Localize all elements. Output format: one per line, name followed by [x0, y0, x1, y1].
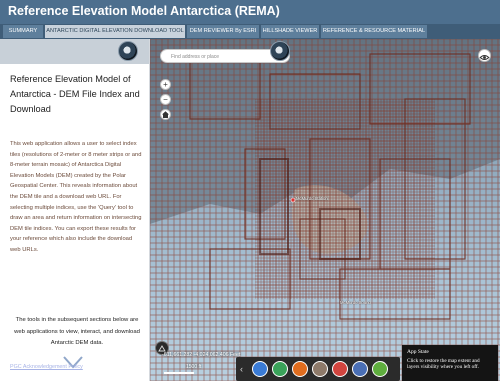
acknowledgement-policy-link[interactable]: PGC Acknowledgement Policy	[10, 364, 83, 370]
tooltip-body: Click to restore the map extent and laye…	[407, 358, 480, 371]
map-view[interactable]: McMurdo Station McMurdo Sound + −	[150, 39, 500, 381]
pgc-logo-icon	[118, 41, 138, 61]
app-window: Reference Elevation Model Antarctica (RE…	[0, 0, 500, 381]
tab-dem-reviewer[interactable]: DEM REVIEWER By ESRI	[187, 25, 259, 38]
scale-bar-label: 1500 ft	[186, 364, 202, 370]
mcmurdo-sound-label: McMurdo Sound	[340, 300, 371, 305]
home-icon	[162, 111, 169, 118]
panel-description: This web application allows a user to se…	[10, 141, 142, 253]
measure-icon[interactable]	[332, 361, 348, 377]
zoom-out-button[interactable]: −	[160, 94, 171, 105]
search-input[interactable]	[171, 52, 271, 61]
select-icon[interactable]	[352, 361, 368, 377]
map-logo-icon	[270, 41, 290, 61]
print-icon[interactable]	[312, 361, 328, 377]
draw-icon[interactable]	[372, 361, 388, 377]
bottom-toolbar: ‹	[236, 357, 400, 381]
tab-bar: SUMMARY ANTARCTIC DIGITAL ELEVATION DOWN…	[0, 24, 500, 39]
query-icon[interactable]	[292, 361, 308, 377]
home-button[interactable]	[160, 109, 171, 120]
layer-list-icon[interactable]	[252, 361, 268, 377]
app-title: Reference Elevation Model Antarctica (RE…	[8, 4, 280, 18]
basemap-icon[interactable]	[272, 361, 288, 377]
panel-title: Reference Elevation Model of Antarctica …	[10, 74, 140, 114]
tab-summary[interactable]: SUMMARY	[3, 25, 43, 38]
scale-bar	[164, 372, 194, 374]
tab-reference-material[interactable]: REFERENCE & RESOURCE MATERIAL	[321, 25, 427, 38]
layer-visibility-button[interactable]	[478, 49, 491, 62]
map-canvas[interactable]	[150, 39, 500, 381]
station-marker-icon[interactable]	[290, 197, 296, 203]
tooltip-title: App State	[407, 349, 429, 355]
tab-hillshade-viewer[interactable]: HILLSHADE VIEWER	[261, 25, 319, 38]
panel-header	[0, 39, 149, 64]
zoom-in-button[interactable]: +	[160, 79, 171, 90]
side-panel: Reference Elevation Model of Antarctica …	[0, 39, 150, 381]
tab-download-tool[interactable]: ANTARCTIC DIGITAL ELEVATION DOWNLOAD TOO…	[45, 25, 185, 38]
app-state-tooltip[interactable]: App State Click to restore the map exten…	[402, 345, 498, 381]
panel-tools-text: The tools in the subsequent sections bel…	[14, 317, 140, 346]
app-header: Reference Elevation Model Antarctica (RE…	[0, 0, 500, 24]
chevron-left-icon[interactable]: ‹	[240, 362, 248, 376]
eye-icon	[479, 55, 490, 60]
coordinate-readout: -611,661.282 -4,024,062.406 Feet	[162, 352, 241, 358]
mcmurdo-station-label: McMurdo Station	[296, 196, 328, 201]
